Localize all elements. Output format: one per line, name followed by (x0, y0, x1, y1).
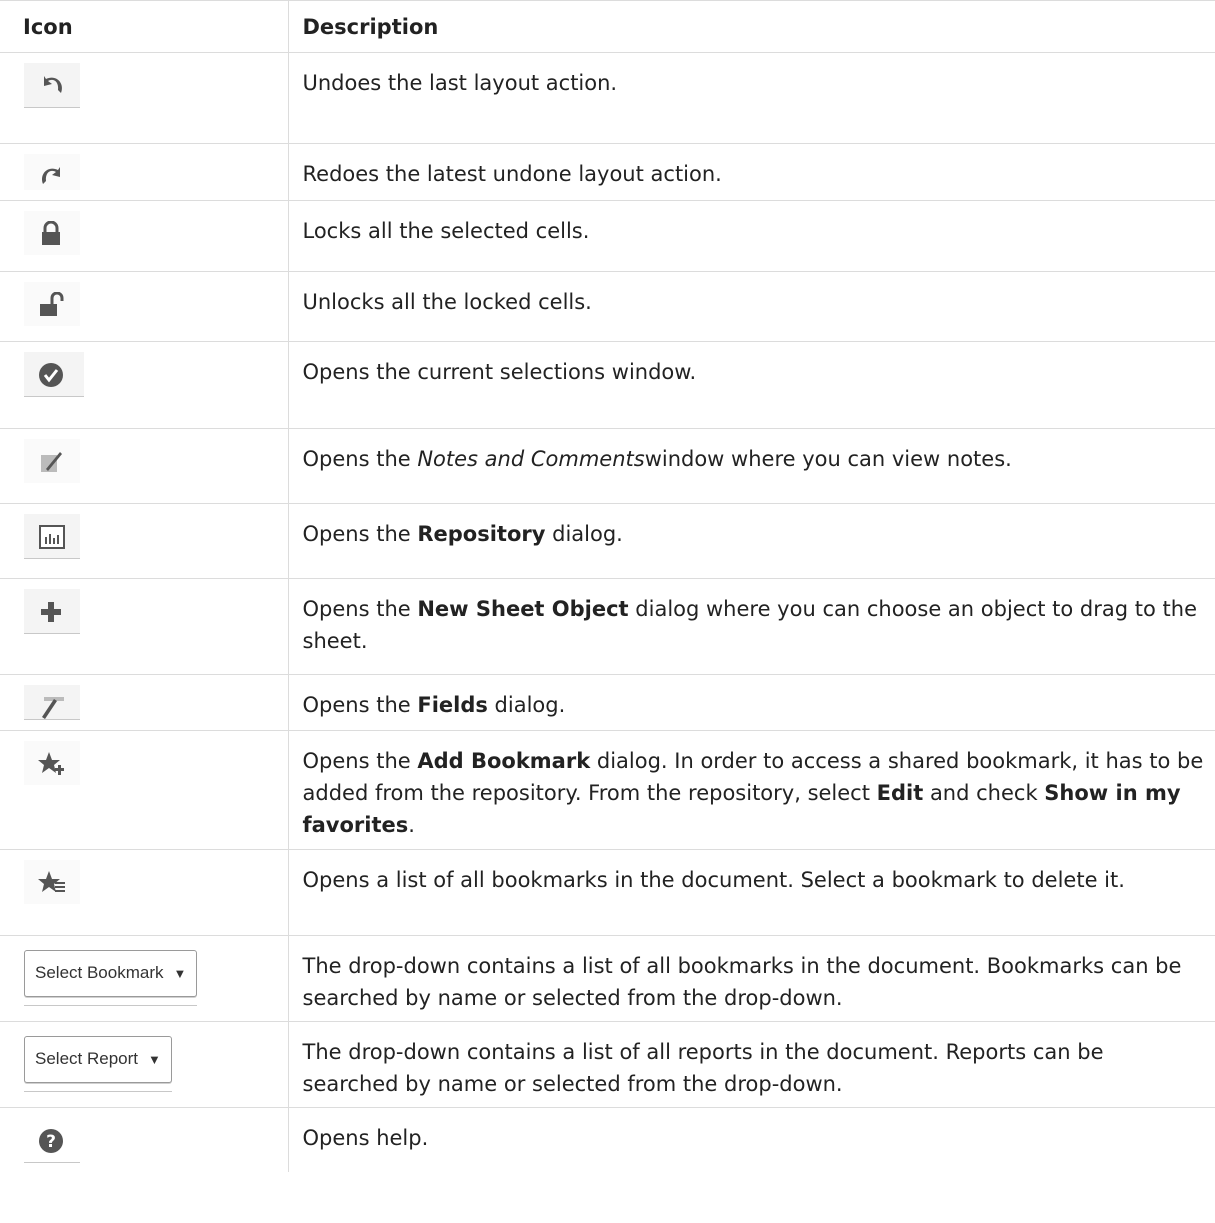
redo-icon[interactable] (24, 154, 80, 190)
table-row: Select Bookmark ▼ The drop-down contains … (0, 935, 1215, 1022)
row-description: Opens the New Sheet Object dialog where … (287, 578, 1215, 675)
lock-icon[interactable] (24, 211, 80, 255)
table-row: Opens the Notes and Commentswindow where… (0, 428, 1215, 504)
header-icon: Icon (0, 0, 288, 53)
row-description: Redoes the latest undone layout action. (287, 143, 1215, 201)
row-description: Undoes the last layout action. (287, 52, 1215, 144)
row-description: The drop-down contains a list of all rep… (287, 1021, 1215, 1108)
help-icon[interactable]: ? (24, 1118, 80, 1163)
row-description: Unlocks all the locked cells. (287, 271, 1215, 342)
table-row: Opens a list of all bookmarks in the doc… (0, 849, 1215, 936)
bookmark-add-icon[interactable] (24, 741, 80, 785)
row-description: Opens a list of all bookmarks in the doc… (287, 849, 1215, 936)
table-row: Opens the Add Bookmark dialog. In order … (0, 730, 1215, 850)
bookmark-list-icon[interactable] (24, 860, 80, 904)
select-bookmark-dropdown[interactable]: Select Bookmark ▼ (24, 950, 198, 997)
note-icon[interactable] (24, 439, 80, 483)
table-row: Undoes the last layout action. (0, 52, 1215, 144)
table-row: Opens the current selections window. (0, 341, 1215, 429)
row-description: The drop-down contains a list of all boo… (287, 935, 1215, 1022)
table-row: Locks all the selected cells. (0, 200, 1215, 272)
table-row: Opens the New Sheet Object dialog where … (0, 578, 1215, 675)
row-description: Opens the Notes and Commentswindow where… (287, 428, 1215, 504)
table-row: Opens the Fields dialog. (0, 674, 1215, 731)
check-circle-icon[interactable] (24, 352, 84, 397)
repository-chart-icon[interactable] (24, 514, 80, 559)
undo-icon[interactable] (24, 63, 80, 108)
row-description: Opens help. (287, 1107, 1215, 1172)
row-description: Opens the Fields dialog. (287, 674, 1215, 731)
table-row: Unlocks all the locked cells. (0, 271, 1215, 342)
select-report-dropdown[interactable]: Select Report ▼ (24, 1036, 172, 1083)
svg-text:?: ? (46, 1132, 56, 1152)
dropdown-arrow-icon: ▼ (148, 1052, 161, 1067)
row-description: Opens the current selections window. (287, 341, 1215, 429)
plus-icon[interactable] (24, 589, 80, 634)
row-description: Locks all the selected cells. (287, 200, 1215, 272)
table-row: Select Report ▼ The drop-down contains a … (0, 1021, 1215, 1108)
row-description: Opens the Add Bookmark dialog. In order … (287, 730, 1215, 850)
table-header-row: Icon Description (0, 0, 1215, 53)
table-row: Opens the Repository dialog. (0, 503, 1215, 579)
header-description: Description (287, 0, 1215, 53)
table-row: ? Opens help. (0, 1107, 1215, 1172)
dropdown-arrow-icon: ▼ (173, 966, 187, 981)
row-description: Opens the Repository dialog. (287, 503, 1215, 579)
unlock-icon[interactable] (24, 282, 80, 326)
fields-icon[interactable] (24, 685, 80, 720)
icon-description-table: Icon Description Undoes the last layout … (0, 0, 1215, 1172)
table-row: Redoes the latest undone layout action. (0, 143, 1215, 201)
